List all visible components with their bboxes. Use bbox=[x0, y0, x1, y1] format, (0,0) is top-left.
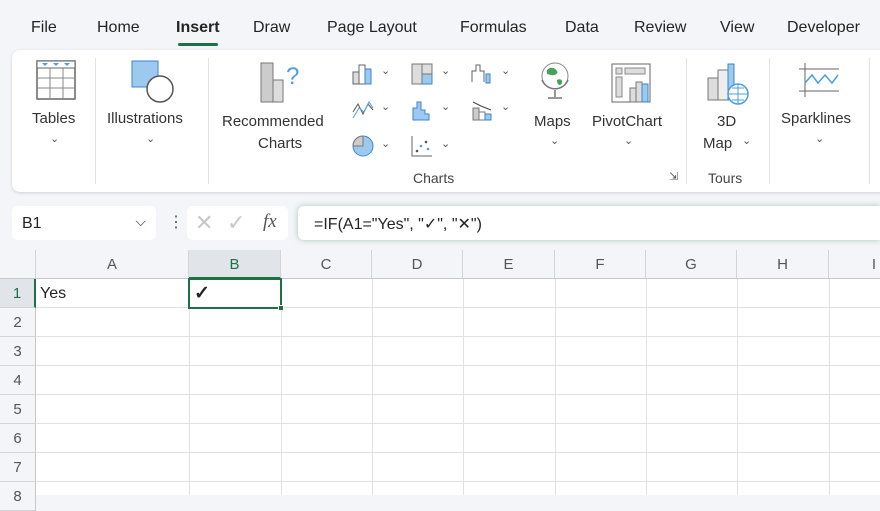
tab-formulas[interactable]: Formulas bbox=[460, 19, 527, 37]
chevron-down-icon: ⌄ bbox=[742, 135, 752, 147]
charts-group-label: Charts bbox=[413, 170, 455, 186]
tab-file[interactable]: File bbox=[31, 19, 57, 37]
sparkline-icon bbox=[799, 63, 839, 97]
row-header-7[interactable]: 7 bbox=[0, 453, 36, 482]
maps-label: Maps bbox=[534, 113, 571, 130]
statistic-chart-icon[interactable] bbox=[410, 98, 434, 122]
chevron-down-icon[interactable]: ⌄ bbox=[441, 64, 450, 77]
waterfall-chart-icon[interactable] bbox=[470, 62, 494, 86]
chevron-down-icon: ⌄ bbox=[50, 133, 60, 145]
chevron-down-icon[interactable]: ⌄ bbox=[501, 64, 510, 77]
chevron-down-icon[interactable]: ⌄ bbox=[381, 100, 390, 113]
shapes-icon bbox=[131, 60, 174, 103]
hierarchy-chart-icon[interactable] bbox=[410, 62, 434, 86]
row-header-6[interactable]: 6 bbox=[0, 424, 36, 453]
tours-group-label: Tours bbox=[708, 170, 743, 186]
map-label: Map bbox=[703, 135, 733, 152]
insert-function-icon[interactable]: fx bbox=[263, 211, 277, 233]
svg-text:?: ? bbox=[286, 63, 299, 90]
dialog-launcher-icon[interactable]: ⇲ bbox=[669, 170, 678, 183]
ribbon-tabs: File Home Insert Draw Page Layout Formul… bbox=[0, 0, 880, 50]
row-header-8[interactable]: 8 bbox=[0, 482, 36, 511]
column-header-d[interactable]: D bbox=[372, 250, 463, 279]
formula-input[interactable]: =IF(A1="Yes", "✓", "✕") bbox=[298, 206, 880, 240]
tab-review[interactable]: Review bbox=[634, 19, 686, 37]
column-header-e[interactable]: E bbox=[463, 250, 555, 279]
chevron-down-icon: ⌄ bbox=[550, 135, 560, 147]
tab-insert[interactable]: Insert bbox=[176, 19, 220, 46]
column-header-h[interactable]: H bbox=[737, 250, 829, 279]
scatter-chart-icon[interactable] bbox=[410, 134, 434, 158]
column-header-i[interactable]: I bbox=[829, 250, 880, 279]
name-box[interactable]: B1 ⌵ bbox=[12, 206, 156, 240]
chevron-down-icon[interactable]: ⌄ bbox=[441, 137, 450, 150]
3d-map-icon bbox=[707, 63, 749, 105]
tab-home[interactable]: Home bbox=[97, 19, 140, 37]
column-header-c[interactable]: C bbox=[281, 250, 372, 279]
tab-draw[interactable]: Draw bbox=[253, 19, 290, 37]
row-header-4[interactable]: 4 bbox=[0, 366, 36, 395]
spreadsheet-grid[interactable]: A B C D E F G H I 1 2 3 4 5 6 7 8 Yes ✓ bbox=[0, 250, 880, 511]
fill-handle[interactable] bbox=[278, 305, 284, 311]
row-header-1[interactable]: 1 bbox=[0, 279, 36, 308]
globe-icon bbox=[541, 62, 569, 99]
row-header-3[interactable]: 3 bbox=[0, 337, 36, 366]
charts-label: Charts bbox=[258, 135, 303, 152]
column-header-g[interactable]: G bbox=[646, 250, 737, 279]
tab-page-layout[interactable]: Page Layout bbox=[327, 19, 417, 37]
cell-a1[interactable]: Yes bbox=[40, 279, 66, 308]
chevron-down-icon: ⌄ bbox=[815, 133, 825, 145]
chevron-down-icon[interactable]: ⌵ bbox=[135, 213, 146, 230]
row-header-5[interactable]: 5 bbox=[0, 395, 36, 424]
chevron-down-icon: ⌄ bbox=[624, 135, 634, 147]
table-icon bbox=[36, 60, 76, 100]
tab-developer[interactable]: Developer bbox=[787, 19, 860, 37]
recommended-charts-icon: ? bbox=[260, 62, 299, 103]
cell-b1-selected[interactable]: ✓ bbox=[188, 278, 284, 311]
chevron-down-icon[interactable]: ⌄ bbox=[381, 64, 390, 77]
row-header-2[interactable]: 2 bbox=[0, 308, 36, 337]
column-chart-icon[interactable] bbox=[351, 62, 375, 86]
column-header-a[interactable]: A bbox=[36, 250, 189, 279]
3d-label: 3D bbox=[717, 113, 737, 130]
chevron-down-icon[interactable]: ⌄ bbox=[381, 137, 390, 150]
recommended-label: Recommended bbox=[222, 113, 324, 130]
tab-view[interactable]: View bbox=[720, 19, 754, 37]
chevron-down-icon: ⌄ bbox=[146, 133, 156, 145]
chevron-down-icon[interactable]: ⌄ bbox=[441, 100, 450, 113]
chevron-down-icon[interactable]: ⌄ bbox=[501, 100, 510, 113]
ribbon: Tables ⌄ Illustrations ⌄ ? Recommended C… bbox=[12, 50, 880, 192]
sparklines-label: Sparklines bbox=[781, 110, 852, 127]
enter-icon[interactable]: ✓ bbox=[227, 210, 245, 236]
cancel-icon[interactable]: ✕ bbox=[195, 210, 213, 236]
column-header-f[interactable]: F bbox=[555, 250, 646, 279]
select-all-corner[interactable] bbox=[0, 250, 36, 279]
pivotchart-label: PivotChart bbox=[592, 113, 663, 130]
cell-b1: ✓ bbox=[194, 283, 210, 304]
name-box-value: B1 bbox=[22, 215, 42, 232]
pivotchart-icon bbox=[611, 63, 651, 103]
formula-buttons: ✕ ✓ fx bbox=[187, 206, 288, 240]
formula-text: =IF(A1="Yes", "✓", "✕") bbox=[314, 216, 482, 233]
more-options-icon[interactable]: ⋮ bbox=[168, 212, 184, 232]
combo-chart-icon[interactable] bbox=[470, 98, 494, 122]
pie-chart-icon[interactable] bbox=[351, 134, 375, 158]
tables-label: Tables bbox=[32, 110, 76, 127]
illustrations-label: Illustrations bbox=[107, 110, 183, 127]
tab-data[interactable]: Data bbox=[565, 19, 599, 37]
column-header-b[interactable]: B bbox=[189, 250, 281, 279]
line-chart-icon[interactable] bbox=[351, 98, 375, 122]
